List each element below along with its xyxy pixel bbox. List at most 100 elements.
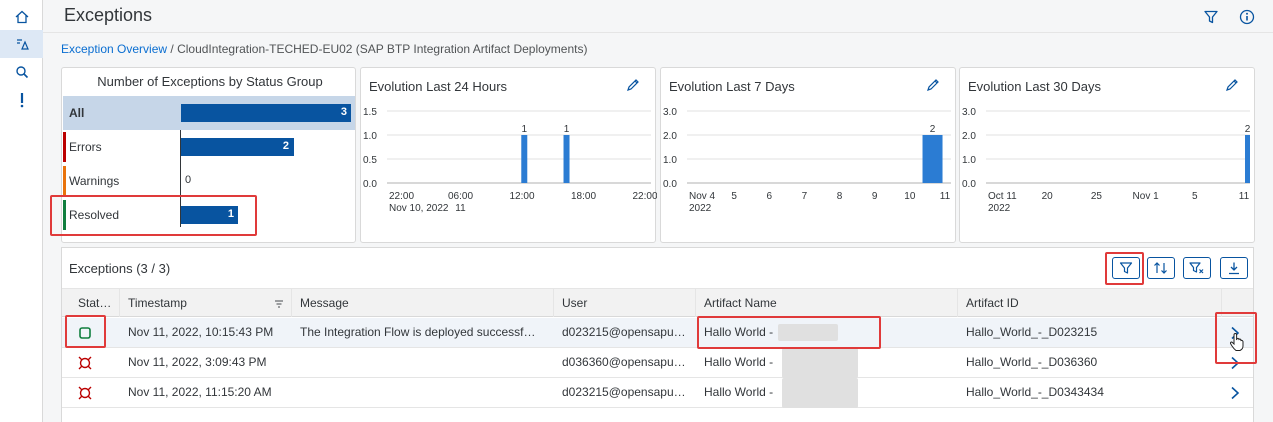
- chart-card-30d[interactable]: Evolution Last 30 Days 3.0 2.0 1.0 0.0 Oct 1…: [959, 67, 1255, 243]
- x-tick-label: 11: [940, 191, 951, 202]
- cell-user: d023215@opensapu…: [562, 325, 686, 339]
- x-tick-label: 5: [1192, 191, 1198, 202]
- chart-30d-plot: 3.0 2.0 1.0 0.0 Oct 112022 20 25 Nov 1 5 11 2: [962, 108, 1251, 214]
- x-tick-label: Oct 11: [988, 191, 1017, 202]
- cell-message: [292, 348, 554, 377]
- bar-value-label: 1: [521, 124, 527, 135]
- bar-value-label: 1: [564, 124, 570, 135]
- table-row[interactable]: Nov 11, 2022, 3:09:43 PM d036360@opensap…: [62, 348, 1253, 378]
- chart-bar[interactable]: [521, 135, 528, 183]
- status-row-label: All: [69, 106, 85, 120]
- cell-artifact-id: Hallo_World_-_D023215: [966, 325, 1098, 339]
- cell-message: [292, 378, 554, 407]
- x-tick-sublabel: 11: [455, 203, 466, 214]
- breadcrumb-separator: /: [167, 42, 178, 56]
- sort-icon: [1154, 262, 1167, 274]
- x-tick-label: 22:00: [389, 191, 414, 202]
- y-tick-label: 1.0: [363, 131, 377, 142]
- edit-icon[interactable]: [1225, 78, 1241, 94]
- side-navigation: [0, 0, 43, 422]
- x-tick-label: 12:00: [509, 191, 534, 202]
- y-tick-label: 1.0: [962, 155, 976, 166]
- x-tick-label: 22:00: [632, 191, 657, 202]
- filter-button[interactable]: [1112, 257, 1140, 279]
- status-row-resolved[interactable]: Resolved 1: [63, 198, 355, 232]
- edit-icon[interactable]: [926, 78, 942, 94]
- chart-card-24h[interactable]: Evolution Last 24 Hours 1.5 1.0 0.5 0.0 22:0…: [360, 67, 657, 243]
- filter-icon[interactable]: [1203, 9, 1219, 25]
- column-header-message[interactable]: Message: [292, 289, 554, 317]
- table-row[interactable]: Nov 11, 2022, 10:15:43 PM The Integratio…: [62, 318, 1253, 351]
- column-header-status[interactable]: Stat…: [70, 289, 120, 317]
- search-icon[interactable]: [0, 58, 43, 86]
- monitor-icon[interactable]: [0, 30, 43, 58]
- info-icon[interactable]: [1239, 9, 1255, 25]
- breadcrumb: Exception Overview / CloudIntegration-TE…: [61, 42, 587, 56]
- x-tick-label: 11: [1239, 191, 1250, 202]
- sort-indicator-icon: [274, 298, 284, 312]
- y-tick-label: 0.0: [663, 179, 677, 190]
- y-tick-label: 0.5: [363, 155, 377, 166]
- status-row-all[interactable]: All 3: [63, 96, 355, 130]
- x-tick-label: 8: [837, 191, 843, 202]
- chart-title: Evolution Last 7 Days: [669, 79, 795, 94]
- resolved-status-icon: [78, 326, 92, 343]
- navigate-chevron-icon[interactable]: [1230, 356, 1240, 373]
- y-tick-label: 0.0: [962, 179, 976, 190]
- clear-filter-button[interactable]: [1183, 257, 1211, 279]
- chart-title: Evolution Last 24 Hours: [369, 79, 508, 94]
- error-status-icon: [77, 355, 93, 374]
- filter-icon: [1119, 262, 1133, 274]
- status-value-all: 3: [340, 106, 347, 118]
- x-tick-label: Nov 4: [689, 191, 716, 202]
- column-header-timestamp[interactable]: Timestamp: [120, 289, 292, 317]
- status-row-errors[interactable]: Errors 2: [63, 130, 355, 164]
- download-icon: [1229, 262, 1239, 275]
- exceptions-table-panel: Exceptions (3 / 3) Stat… Timestamp Messa…: [61, 247, 1254, 422]
- x-tick-sublabel: 2022: [689, 203, 712, 214]
- x-tick-label: 06:00: [448, 191, 473, 202]
- download-button[interactable]: [1220, 257, 1248, 279]
- column-header-artifact-name[interactable]: Artifact Name: [696, 289, 958, 317]
- table-row[interactable]: Nov 11, 2022, 11:15:20 AM d023215@opensa…: [62, 378, 1253, 408]
- breadcrumb-link-exception-overview[interactable]: Exception Overview: [61, 42, 167, 56]
- status-row-warnings[interactable]: Warnings 0: [63, 164, 355, 198]
- status-row-label: Warnings: [69, 174, 120, 188]
- y-tick-label: 2.0: [962, 131, 976, 142]
- header-divider: [43, 32, 1273, 33]
- home-icon[interactable]: [0, 3, 43, 31]
- x-tick-sublabel: 2022: [988, 203, 1011, 214]
- status-value-errors: 2: [282, 140, 289, 152]
- edit-icon[interactable]: [626, 78, 642, 94]
- column-header-user[interactable]: User: [554, 289, 696, 317]
- resolved-marker: [63, 200, 66, 230]
- warnings-marker: [63, 166, 66, 196]
- chart-24h-plot: 1.51.00.50.022:00Nov 10, 202206:001112:0…: [363, 108, 657, 214]
- cell-artifact-name: Hallo World -: [704, 385, 774, 399]
- chart-bar[interactable]: [922, 135, 943, 183]
- sort-button[interactable]: [1147, 257, 1175, 279]
- chart-card-7d[interactable]: Evolution Last 7 Days 3.0 2.0 1.0 0.0 Nov 42…: [660, 67, 956, 243]
- x-tick-label: 9: [872, 191, 878, 202]
- column-header-artifact-id[interactable]: Artifact ID: [958, 289, 1222, 317]
- cell-artifact-name: Hallo World -: [704, 355, 774, 369]
- x-tick-label: 7: [802, 191, 808, 202]
- chart-bar[interactable]: [1245, 135, 1250, 183]
- redacted-area: [782, 378, 858, 408]
- cell-timestamp: Nov 11, 2022, 11:15:20 AM: [128, 385, 272, 399]
- alert-icon[interactable]: [0, 86, 43, 114]
- page-title: Exceptions: [64, 5, 153, 25]
- error-status-icon: [77, 385, 93, 404]
- cell-timestamp: Nov 11, 2022, 10:15:43 PM: [128, 325, 274, 339]
- y-tick-label: 1.0: [663, 155, 677, 166]
- chart-bar[interactable]: [563, 135, 570, 183]
- clear-filter-icon: [1189, 262, 1204, 274]
- cell-artifact-name: Hallo World -: [704, 325, 774, 339]
- x-tick-label: 18:00: [571, 191, 596, 202]
- cell-user: d023215@opensapu…: [562, 385, 686, 399]
- cell-artifact-id: Hallo_World_-_D036360: [966, 355, 1098, 369]
- navigate-chevron-icon[interactable]: [1230, 386, 1240, 403]
- status-bar-all: [181, 104, 351, 122]
- x-tick-sublabel: Nov 10, 2022: [389, 203, 449, 214]
- cell-timestamp: Nov 11, 2022, 3:09:43 PM: [128, 355, 267, 369]
